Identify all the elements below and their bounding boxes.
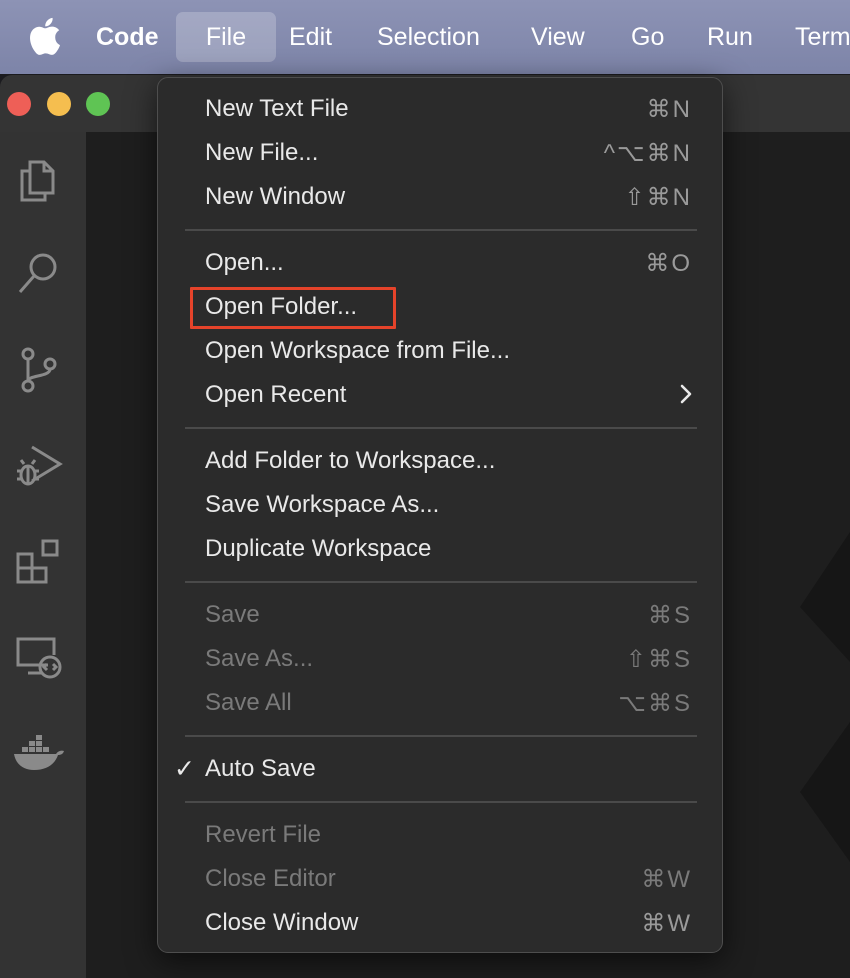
docker-icon[interactable] (10, 725, 66, 781)
menu-item-label: Open... (205, 249, 284, 276)
menu-item-open-workspace-from-file[interactable]: Open Workspace from File... (158, 329, 722, 373)
checkmark-icon: ✓ (174, 755, 195, 783)
menu-run[interactable]: Run (707, 12, 753, 62)
search-icon[interactable] (10, 246, 66, 302)
menu-terminal[interactable]: Term (795, 12, 850, 62)
menu-item-shortcut: ⌘N (646, 96, 692, 123)
menu-item-label: Revert File (205, 821, 322, 848)
menu-item-save-all[interactable]: Save All ⌥⌘S (158, 681, 722, 725)
menu-item-shortcut: ⌘O (645, 250, 692, 277)
menu-item-label: Open Recent (205, 381, 347, 408)
menu-item-open[interactable]: Open... ⌘O (158, 241, 722, 285)
file-menu-dropdown: New Text File ⌘N New File... ^⌥⌘N New Wi… (157, 77, 723, 953)
menu-item-add-folder-to-workspace[interactable]: Add Folder to Workspace... (158, 439, 722, 483)
menu-go[interactable]: Go (631, 12, 664, 62)
menu-item-label: Save All (205, 689, 292, 716)
menu-selection[interactable]: Selection (377, 12, 480, 62)
menu-item-label: New Window (205, 183, 346, 210)
open-folder-highlight-box (190, 287, 396, 329)
extensions-icon[interactable] (10, 532, 66, 588)
menu-item-label: New Text File (205, 95, 349, 122)
menu-view[interactable]: View (531, 12, 585, 62)
menu-item-shortcut: ⇧⌘N (624, 184, 692, 211)
menu-item-label: Duplicate Workspace (205, 535, 432, 562)
minimize-window-button[interactable] (47, 92, 71, 116)
menu-edit[interactable]: Edit (289, 12, 332, 62)
chevron-right-icon (680, 384, 692, 404)
menu-item-save-as[interactable]: Save As... ⇧⌘S (158, 637, 722, 681)
menu-item-shortcut: ⌘S (647, 602, 692, 629)
menu-item-close-editor[interactable]: Close Editor ⌘W (158, 857, 722, 901)
menu-item-label: Close Editor (205, 865, 336, 892)
menu-item-duplicate-workspace[interactable]: Duplicate Workspace (158, 527, 722, 571)
menu-item-label: Add Folder to Workspace... (205, 447, 496, 474)
menu-code[interactable]: Code (96, 12, 159, 62)
menu-file[interactable]: File (176, 12, 276, 62)
menu-item-shortcut: ⌥⌘S (618, 690, 692, 717)
menu-item-close-window[interactable]: Close Window ⌘W (158, 901, 722, 945)
menu-item-label: Save As... (205, 645, 314, 672)
menu-item-new-window[interactable]: New Window ⇧⌘N (158, 175, 722, 219)
activity-bar (0, 132, 86, 978)
menu-item-save-workspace-as[interactable]: Save Workspace As... (158, 483, 722, 527)
menu-item-shortcut: ⌘W (641, 910, 692, 937)
menu-item-shortcut: ⇧⌘S (625, 646, 692, 673)
menu-item-shortcut: ^⌥⌘N (603, 140, 692, 167)
menu-item-label: Open Workspace from File... (205, 337, 510, 364)
menu-separator (185, 427, 697, 429)
menu-item-open-recent[interactable]: Open Recent (158, 373, 722, 417)
menu-separator (185, 735, 697, 737)
menu-separator (185, 229, 697, 231)
zoom-window-button[interactable] (86, 92, 110, 116)
vscode-watermark-icon (800, 532, 850, 862)
menu-item-shortcut: ⌘W (641, 866, 692, 893)
menu-item-new-text-file[interactable]: New Text File ⌘N (158, 87, 722, 131)
menu-item-revert-file[interactable]: Revert File (158, 813, 722, 857)
menu-item-label: Save Workspace As... (205, 491, 440, 518)
source-control-icon[interactable] (10, 342, 66, 398)
menu-item-new-file[interactable]: New File... ^⌥⌘N (158, 131, 722, 175)
run-debug-icon[interactable] (10, 437, 66, 493)
menu-item-label: Close Window (205, 909, 359, 936)
explorer-icon[interactable] (10, 152, 66, 208)
menu-separator (185, 581, 697, 583)
close-window-button[interactable] (7, 92, 31, 116)
apple-logo-icon[interactable] (27, 17, 61, 55)
menu-item-auto-save[interactable]: ✓ Auto Save (158, 747, 722, 791)
menu-separator (185, 801, 697, 803)
menu-item-label: Auto Save (205, 755, 316, 782)
remote-explorer-icon[interactable] (10, 629, 66, 685)
menu-item-label: Save (205, 601, 260, 628)
macos-menu-bar: Code File Edit Selection View Go Run Ter… (0, 0, 850, 74)
menu-item-save[interactable]: Save ⌘S (158, 593, 722, 637)
menu-item-label: New File... (205, 139, 319, 166)
